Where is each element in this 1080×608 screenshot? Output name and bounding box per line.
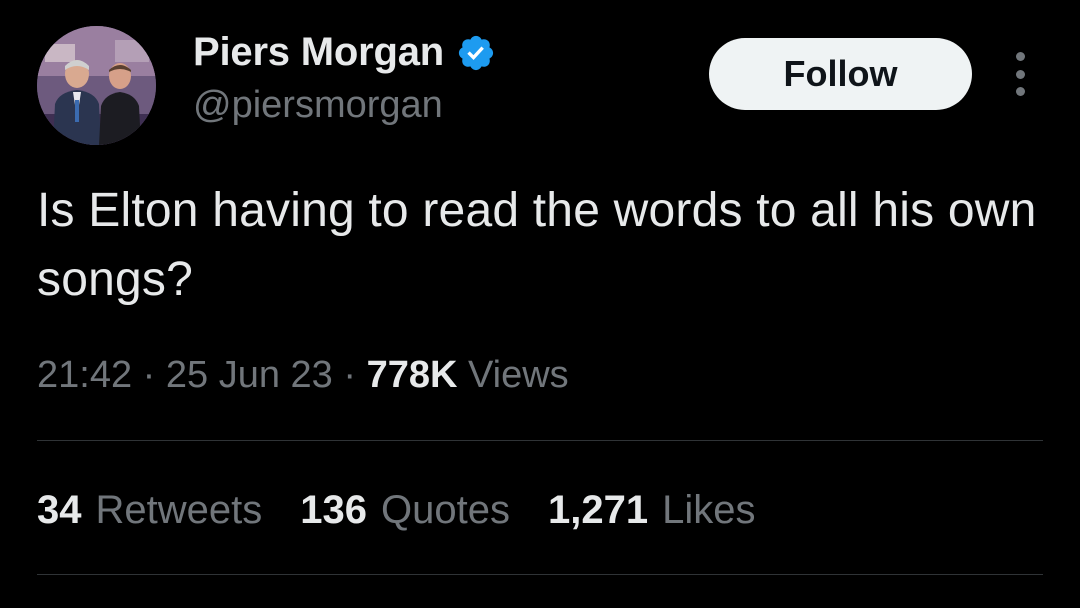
verified-badge-icon [456,33,496,73]
follow-button[interactable]: Follow [709,38,972,110]
divider [37,440,1043,441]
tweet-detail: Piers Morgan @piersmorgan Follow Is Elto… [0,0,1080,608]
engagement-stats: 34 Retweets 136 Quotes 1,271 Likes [37,488,755,533]
divider [37,574,1043,575]
more-vertical-icon[interactable] [1008,52,1032,96]
likes-stat[interactable]: 1,271 Likes [548,488,756,533]
quotes-count: 136 [300,488,367,532]
quotes-label: Quotes [381,488,510,532]
quotes-stat[interactable]: 136 Quotes [300,488,510,533]
meta-separator: · [142,354,156,396]
likes-count: 1,271 [547,488,649,532]
views-label: Views [467,354,569,396]
tweet-text: Is Elton having to read the words to all… [37,184,1037,306]
dot [1015,52,1025,61]
views-count: 778K [366,354,458,396]
likes-label: Likes [662,488,756,532]
dot [1015,87,1025,96]
retweets-label: Retweets [95,488,263,532]
tweet-meta: 21:42 · 25 Jun 23 · 778K Views [37,354,569,397]
profile-photo-image [37,26,156,145]
retweets-count: 34 [37,488,82,532]
display-name[interactable]: Piers Morgan [193,30,444,75]
tweet-time[interactable]: 21:42 [37,354,132,396]
author-handle[interactable]: @piersmorgan [193,84,443,127]
author-name-row: Piers Morgan [193,30,496,75]
avatar[interactable] [37,26,156,145]
tweet-date[interactable]: 25 Jun 23 [166,354,333,396]
dot [1015,69,1025,79]
meta-separator: · [343,354,357,396]
retweets-stat[interactable]: 34 Retweets [37,488,262,533]
